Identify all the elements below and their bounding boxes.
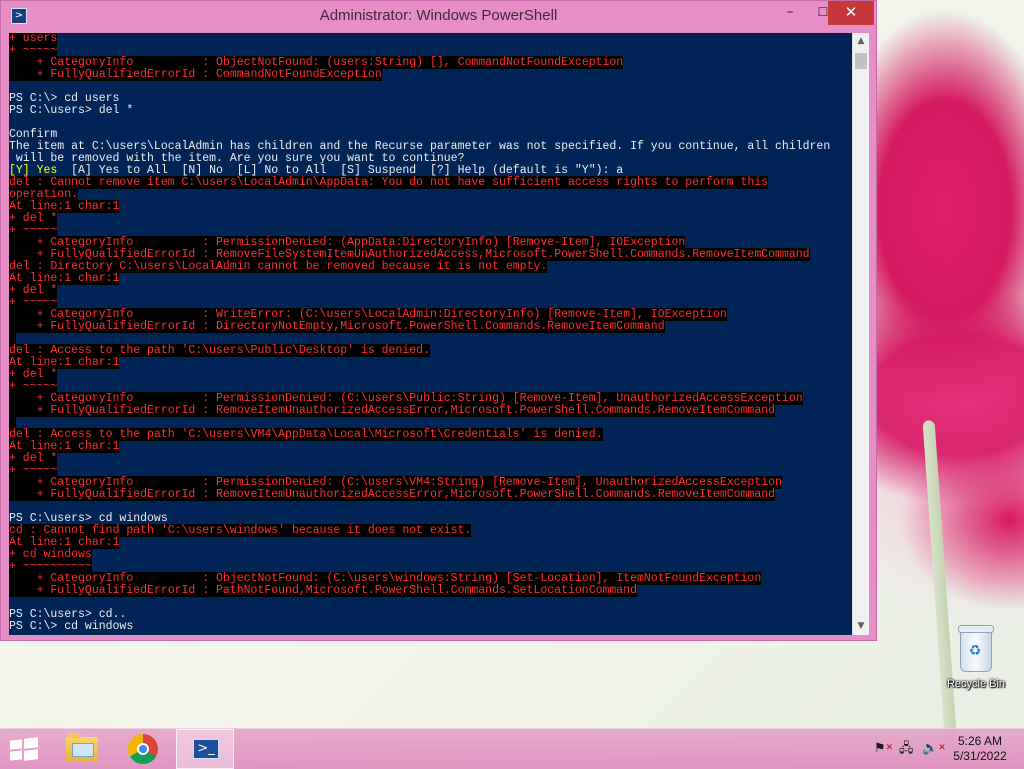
console-line: At line:1 char:1 — [9, 272, 852, 285]
console-line: PS C:\users> del * — [9, 105, 852, 117]
console-line: cd : Cannot find path 'C:\users\windows'… — [9, 524, 852, 537]
error-text: + FullyQualifiedErrorId : CommandNotFoun… — [9, 68, 382, 81]
taskbar: >_ ⚑✕ 🖧 🔈✕ 5:26 AM 5/31/2022 — [0, 728, 1024, 769]
console-line: At line:1 char:1 — [9, 356, 852, 369]
clock-date: 5/31/2022 — [953, 749, 1007, 763]
taskbar-file-explorer[interactable] — [52, 729, 110, 769]
console-line: + users — [9, 33, 852, 45]
console-text: PS C:\users> del * — [9, 104, 134, 117]
network-icon[interactable]: 🖧 — [899, 741, 914, 757]
start-button[interactable] — [10, 737, 38, 761]
recycle-bin[interactable]: ♻ Recycle Bin — [940, 625, 1012, 690]
minimize-button[interactable]: – — [775, 1, 805, 25]
console-line: del : Directory C:\users\LocalAdmin cann… — [9, 260, 852, 273]
vertical-scrollbar[interactable]: ▲ ▼ — [852, 33, 869, 635]
recycle-bin-label: Recycle Bin — [946, 678, 1006, 690]
console-line: operation. — [9, 188, 852, 201]
console-line: + FullyQualifiedErrorId : RemoveItemUnau… — [9, 404, 852, 417]
console-line: del : Access to the path 'C:\users\VM4\A… — [9, 428, 852, 441]
error-text: + FullyQualifiedErrorId : DirectoryNotEm… — [9, 320, 665, 333]
console-line: PS C:\users> cd.. — [9, 609, 852, 621]
close-button[interactable]: ✕ — [828, 1, 874, 25]
mute-x-icon: ✕ — [938, 743, 946, 753]
console-line: + del * — [9, 212, 852, 225]
console-line: + cd windows — [9, 548, 852, 561]
console-line: del : Access to the path 'C:\users\Publi… — [9, 344, 852, 357]
console-line: del : Cannot remove item C:\users\LocalA… — [9, 176, 852, 189]
console-line: + FullyQualifiedErrorId : RemoveItemUnau… — [9, 488, 852, 501]
recycle-bin-icon: ♻ — [958, 625, 994, 672]
console-line: + del * — [9, 368, 852, 381]
window-title: Administrator: Windows PowerShell — [319, 7, 558, 24]
scroll-down-arrow-icon[interactable]: ▼ — [853, 618, 869, 635]
scrollbar-thumb[interactable] — [855, 53, 867, 69]
console-line: At line:1 char:1 — [9, 536, 852, 549]
windows-logo-icon — [10, 739, 22, 750]
windows-logo-pane — [24, 737, 38, 749]
file-explorer-icon — [66, 733, 98, 761]
error-x-icon: ✕ — [885, 743, 894, 753]
console-line: PS C:\> cd users — [9, 93, 852, 105]
error-text: + FullyQualifiedErrorId : PathNotFound,M… — [9, 584, 638, 597]
console-line: + FullyQualifiedErrorId : DirectoryNotEm… — [9, 320, 852, 333]
error-text: del : Cannot remove item C:\users\LocalA… — [9, 176, 769, 189]
console-output[interactable]: + users + ~~~~~ + CategoryInfo : ObjectNo… — [9, 33, 852, 635]
taskbar-chrome[interactable] — [114, 729, 172, 769]
taskbar-powershell[interactable]: >_ — [176, 729, 234, 769]
console-line: + FullyQualifiedErrorId : PathNotFound,M… — [9, 584, 852, 597]
clock-time: 5:26 AM — [957, 734, 1003, 748]
error-text: + FullyQualifiedErrorId : RemoveItemUnau… — [9, 488, 776, 501]
console-line: PS C:\> cd windows — [9, 621, 852, 633]
chrome-icon — [128, 734, 158, 764]
console-line: At line:1 char:1 — [9, 200, 852, 213]
powershell-icon: >_ — [193, 739, 219, 759]
console-text: PS C:\> cd windows — [9, 620, 134, 633]
windows-logo-pane — [10, 750, 22, 761]
title-bar[interactable]: > Administrator: Windows PowerShell – ☐ … — [1, 1, 876, 32]
wallpaper-stem — [922, 419, 958, 751]
action-center-flag-icon[interactable]: ⚑✕ — [874, 741, 893, 757]
console-line: + del * — [9, 452, 852, 465]
console-line: + del * — [9, 284, 852, 297]
scroll-up-arrow-icon[interactable]: ▲ — [853, 33, 869, 50]
recycle-symbol-icon: ♻ — [968, 643, 982, 659]
powershell-window: > Administrator: Windows PowerShell – ☐ … — [0, 0, 877, 641]
error-text: + FullyQualifiedErrorId : RemoveItemUnau… — [9, 404, 776, 417]
system-clock[interactable]: 5:26 AM 5/31/2022 — [950, 734, 1010, 764]
windows-logo-pane — [24, 749, 38, 761]
volume-muted-icon[interactable]: 🔈✕ — [922, 741, 946, 757]
console-line: At line:1 char:1 — [9, 440, 852, 453]
console-line: + FullyQualifiedErrorId : CommandNotFoun… — [9, 68, 852, 81]
